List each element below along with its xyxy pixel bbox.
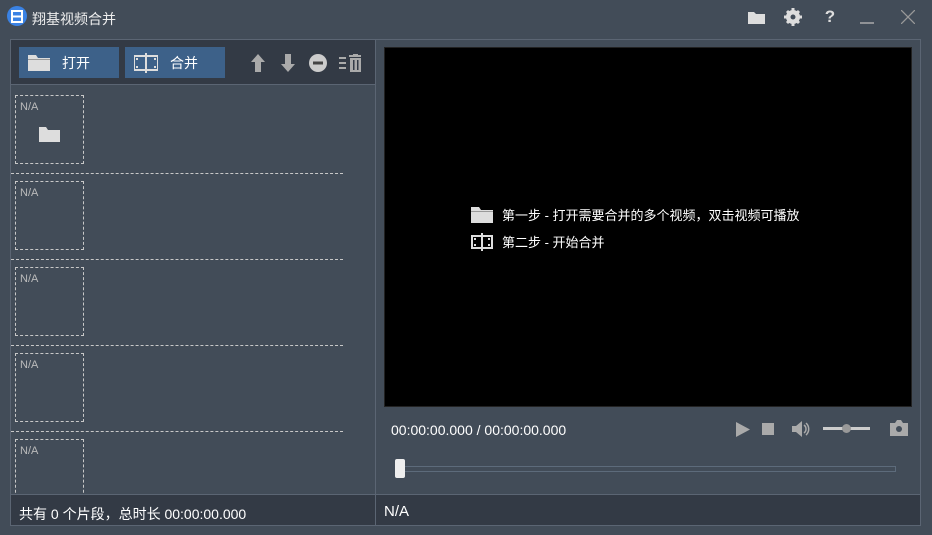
gear-icon[interactable]	[783, 7, 803, 27]
merge-label: 合并	[170, 54, 198, 71]
step2-hint: 第二步 - 开始合并	[471, 232, 605, 251]
list-item[interactable]: N/A	[11, 174, 343, 260]
list-item[interactable]: N/A	[11, 88, 343, 174]
progress-slider-handle[interactable]	[395, 459, 405, 478]
open-label: 打开	[62, 54, 90, 71]
clip-list[interactable]: N/A N/A N/A N/A N/A	[11, 86, 375, 494]
list-item[interactable]: N/A	[11, 346, 343, 432]
volume-slider-handle[interactable]	[842, 424, 851, 433]
volume-icon[interactable]	[792, 420, 810, 441]
open-button[interactable]: 打开	[19, 47, 119, 78]
time-display: 00:00:00.000 / 00:00:00.000	[391, 422, 567, 438]
folder-icon[interactable]	[746, 7, 766, 27]
title-bar: 翔基视频合并 ?	[0, 0, 932, 36]
list-item[interactable]: N/A	[11, 432, 343, 494]
list-item[interactable]: N/A	[11, 260, 343, 346]
folder-icon	[471, 207, 493, 223]
clip-thumbnail: N/A	[15, 95, 84, 164]
clip-summary-status: 共有 0 个片段，总时长 00:00:00.000	[11, 494, 375, 525]
help-icon[interactable]: ?	[820, 7, 840, 27]
film-icon	[134, 52, 158, 73]
minimize-icon[interactable]	[857, 7, 877, 27]
folder-icon	[39, 127, 60, 142]
move-up-icon[interactable]	[247, 52, 269, 74]
app-logo-icon	[7, 6, 27, 26]
clip-thumbnail: N/A	[15, 181, 84, 250]
merge-button[interactable]: 合并	[125, 47, 225, 78]
clip-thumbnail: N/A	[15, 353, 84, 422]
video-preview[interactable]: 第一步 - 打开需要合并的多个视频，双击视频可播放 第二步 - 开始合并	[384, 47, 912, 407]
file-info-status: N/A	[376, 494, 920, 525]
progress-slider[interactable]	[396, 466, 896, 472]
step1-hint: 第一步 - 打开需要合并的多个视频，双击视频可播放	[471, 205, 800, 224]
toolbar: 打开 合并	[11, 40, 375, 85]
play-icon[interactable]	[736, 422, 750, 440]
film-icon	[471, 232, 493, 251]
remove-icon[interactable]	[307, 52, 329, 74]
player-panel: 第一步 - 打开需要合并的多个视频，双击视频可播放 第二步 - 开始合并 00:…	[376, 39, 921, 526]
snapshot-icon[interactable]	[890, 420, 908, 439]
folder-icon	[28, 55, 50, 71]
clip-panel: 打开 合并 N/A N/A N/A N/A N/A 共有 0 个片段，总时长 0…	[10, 39, 376, 526]
close-icon[interactable]	[898, 7, 918, 27]
window-title: 翔基视频合并	[32, 11, 116, 27]
stop-icon[interactable]	[762, 423, 774, 435]
clip-thumbnail: N/A	[15, 267, 84, 336]
clip-thumbnail: N/A	[15, 439, 84, 494]
move-down-icon[interactable]	[277, 52, 299, 74]
clear-all-icon[interactable]	[339, 52, 361, 74]
